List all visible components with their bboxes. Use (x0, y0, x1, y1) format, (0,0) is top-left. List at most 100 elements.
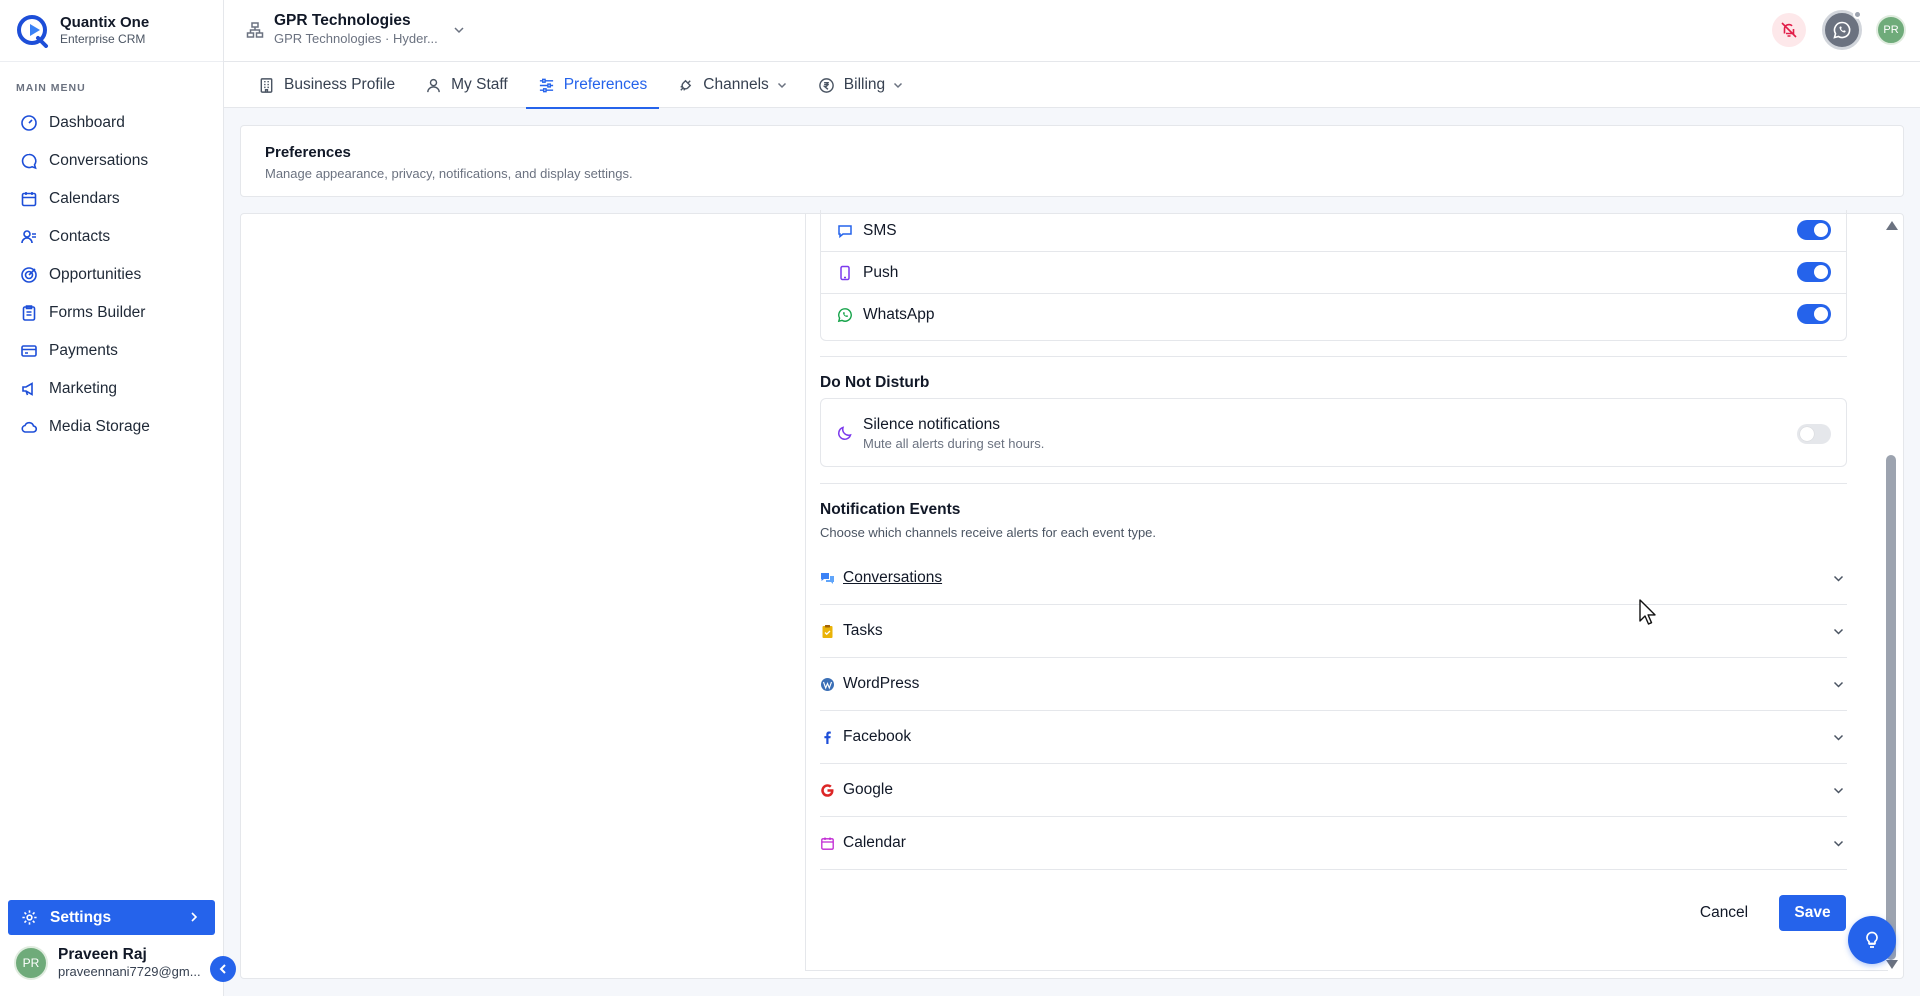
sidebar-item-calendars[interactable]: Calendars (0, 180, 223, 218)
page-title: Preferences (265, 144, 351, 161)
tab-channels[interactable]: Channels (665, 62, 800, 108)
event-row-tasks[interactable]: Tasks (820, 605, 1847, 658)
contacts-icon (21, 230, 36, 244)
notifications-muted-button[interactable] (1772, 13, 1806, 47)
whatsapp-button[interactable] (1822, 10, 1862, 50)
section-divider (820, 483, 1847, 484)
event-row-calendar[interactable]: Calendar (820, 817, 1847, 870)
sidebar-item-settings[interactable]: Settings (8, 900, 215, 935)
event-row-conversations[interactable]: Conversations (820, 552, 1847, 605)
cancel-button[interactable]: Cancel (1686, 896, 1762, 930)
chevron-right-icon (191, 912, 198, 922)
user-icon (427, 78, 441, 92)
org-switcher[interactable]: GPR Technologies GPR Technologies · Hyde… (246, 12, 466, 47)
topbar-avatar[interactable]: PR (1876, 15, 1906, 45)
cloud-icon (21, 421, 38, 433)
channel-toggle-group: SMS Push WhatsApp (820, 210, 1847, 341)
chevron-down-icon (1833, 681, 1844, 688)
menu-title: MAIN MENU (16, 82, 86, 94)
chat-bubbles-icon (821, 572, 834, 584)
plug-icon (680, 79, 692, 91)
chevron-down-icon (1833, 628, 1844, 635)
scrollbar[interactable] (1882, 215, 1900, 975)
sidebar-item-label: Conversations (49, 152, 149, 169)
event-row-google[interactable]: Google (820, 764, 1847, 817)
push-toggle[interactable] (1797, 262, 1831, 282)
wordpress-icon (821, 677, 834, 691)
sidebar-item-label: Opportunities (49, 266, 142, 283)
clipboard-check-icon (822, 624, 833, 638)
gear-icon (22, 910, 37, 925)
clipboard-icon (22, 305, 36, 321)
event-row-wordpress[interactable]: WordPress (820, 658, 1847, 711)
org-tree-icon (246, 21, 264, 38)
sidebar-item-marketing[interactable]: Marketing (0, 370, 223, 408)
chevron-down-icon (777, 82, 786, 89)
brand[interactable]: Quantix One Enterprise CRM (0, 0, 223, 62)
silence-notifications-toggle[interactable] (1797, 424, 1831, 444)
chevron-left-icon (219, 964, 226, 974)
event-row-facebook[interactable]: Facebook (820, 711, 1847, 764)
sidebar-item-label: Dashboard (49, 114, 125, 131)
sidebar-item-dashboard[interactable]: Dashboard (0, 104, 223, 142)
user-email: praveennani7729@gm... (58, 964, 201, 979)
sidebar-item-label: Forms Builder (49, 304, 146, 321)
save-button[interactable]: Save (1779, 895, 1846, 931)
whatsapp-toggle[interactable] (1797, 304, 1831, 324)
sidebar-item-contacts[interactable]: Contacts (0, 218, 223, 256)
smartphone-icon (840, 265, 850, 280)
google-icon (821, 783, 834, 797)
sms-toggle[interactable] (1797, 220, 1831, 240)
sidebar-item-forms-builder[interactable]: Forms Builder (0, 294, 223, 332)
sliders-icon (539, 78, 553, 92)
sidebar-item-label: Media Storage (49, 418, 150, 435)
topbar: GPR Technologies GPR Technologies · Hyde… (224, 0, 1920, 62)
collapse-sidebar-button[interactable] (210, 956, 236, 982)
target-icon (21, 267, 37, 283)
sidebar-item-conversations[interactable]: Conversations (0, 142, 223, 180)
chevron-down-icon (894, 82, 903, 89)
preferences-header: Preferences Manage appearance, privacy, … (240, 125, 1904, 197)
channel-label: WhatsApp (863, 305, 935, 323)
tab-preferences[interactable]: Preferences (525, 62, 660, 109)
mouse-cursor-icon (1639, 599, 1656, 625)
dnd-card: Silence notifications Mute all alerts du… (820, 398, 1847, 467)
sidebar-item-label: Payments (49, 342, 118, 359)
events-section-subtitle: Choose which channels receive alerts for… (820, 525, 1157, 540)
brand-logo-icon (17, 14, 48, 48)
whatsapp-icon (1833, 21, 1851, 39)
help-button[interactable] (1848, 916, 1896, 964)
event-label: Tasks (843, 622, 883, 639)
tab-label: Preferences (563, 76, 648, 93)
whatsapp-icon (837, 307, 852, 322)
sidebar-item-payments[interactable]: Payments (0, 332, 223, 370)
section-divider (820, 356, 1847, 357)
sidebar-item-opportunities[interactable]: Opportunities (0, 256, 223, 294)
tab-label: Billing (843, 76, 886, 93)
scrollbar-thumb[interactable] (1886, 455, 1896, 960)
rupee-icon (818, 77, 834, 93)
tab-business-profile[interactable]: Business Profile (246, 62, 407, 108)
building-icon (260, 77, 273, 93)
event-label: Google (843, 781, 893, 798)
sidebar-item-media-storage[interactable]: Media Storage (0, 408, 223, 446)
scroll-up-arrow-icon[interactable] (1886, 221, 1898, 230)
channel-row-push: Push (821, 252, 1846, 293)
calendar-icon (21, 192, 37, 207)
channel-row-whatsapp: WhatsApp (821, 294, 1846, 335)
bell-off-icon (1781, 22, 1797, 38)
chevron-down-icon (454, 26, 464, 33)
sidebar: Quantix One Enterprise CRM MAIN MENU Das… (0, 0, 236, 996)
channel-label: Push (863, 263, 899, 281)
tab-billing[interactable]: Billing (806, 62, 916, 108)
sidebar-item-label: Marketing (49, 380, 118, 397)
lightbulb-icon (1866, 931, 1878, 948)
dnd-subtitle: Mute all alerts during set hours. (863, 436, 1045, 451)
user-profile[interactable]: PR Praveen Raj praveennani7729@gm... (14, 946, 201, 980)
scroll-down-arrow-icon[interactable] (1886, 960, 1898, 969)
brand-subtitle: Enterprise CRM (60, 32, 146, 46)
chevron-down-icon (1833, 575, 1844, 582)
tab-my-staff[interactable]: My Staff (413, 62, 520, 108)
facebook-icon (824, 731, 831, 744)
chevron-down-icon (1833, 734, 1844, 741)
